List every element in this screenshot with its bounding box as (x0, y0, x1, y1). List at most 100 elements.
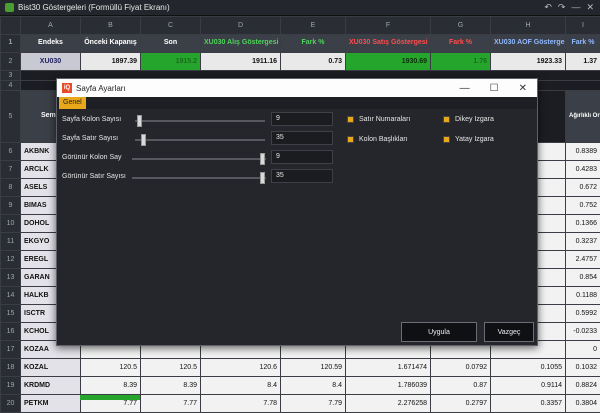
table-cell[interactable]: 8.4 (281, 377, 346, 395)
page-row-input[interactable]: 35 (271, 131, 333, 145)
visible-row-input[interactable]: 35 (271, 169, 333, 183)
table-cell[interactable]: 0.1055 (491, 359, 566, 377)
table-cell[interactable]: 0.3804 (566, 395, 600, 413)
col-header-d[interactable]: D (201, 17, 281, 35)
checkbox-vertical-grid[interactable]: Dikey Izgara (443, 116, 494, 123)
table-cell[interactable]: 2.276258 (346, 395, 431, 413)
header-last[interactable]: Son (141, 35, 201, 53)
col-header-c[interactable]: C (141, 17, 201, 35)
table-cell[interactable]: 120.5 (81, 359, 141, 377)
effect-cell[interactable]: 0.1188 (566, 287, 600, 305)
effect-cell[interactable]: 0.1366 (566, 215, 600, 233)
table-cell[interactable]: 8.39 (141, 377, 201, 395)
col-header-g[interactable]: G (431, 17, 491, 35)
cell-last[interactable]: 1915.2 (141, 53, 201, 71)
col-header-i[interactable]: I (566, 17, 600, 35)
table-cell[interactable]: 7.78 (201, 395, 281, 413)
cell-sell-diff[interactable]: 1.76 (431, 53, 491, 71)
visible-column-slider[interactable] (132, 158, 266, 160)
table-cell[interactable]: 120.5 (141, 359, 201, 377)
effect-cell[interactable]: 0.8389 (566, 143, 600, 161)
table-cell[interactable]: 120.6 (201, 359, 281, 377)
header-sell-diff[interactable]: Fark % (431, 35, 491, 53)
tab-general[interactable]: Genel (59, 97, 86, 109)
col-header-e[interactable]: E (281, 17, 346, 35)
cell-buy[interactable]: 1911.16 (201, 53, 281, 71)
header-aof-indicator[interactable]: XU030 AOF Göstergesi (491, 35, 566, 53)
header-sell-indicator[interactable]: XU030 Satış Göstergesi (346, 35, 431, 53)
table-cell[interactable]: 0.3357 (491, 395, 566, 413)
table-cell[interactable]: 1.786039 (346, 377, 431, 395)
col-header-f[interactable]: F (346, 17, 431, 35)
table-cell[interactable]: 0.1032 (566, 359, 600, 377)
checkbox-column-headers[interactable]: Kolon Başlıkları (347, 136, 408, 143)
visible-row-slider[interactable] (132, 177, 266, 179)
effect-cell[interactable]: 0.5992 (566, 305, 600, 323)
slider-thumb[interactable] (260, 153, 265, 165)
header-weighted-effect[interactable]: Ağırlıklı Ortalama Fiyatlarına Bağlı End… (566, 91, 600, 143)
symbol-cell[interactable]: KOZAL (21, 359, 81, 377)
maximize-icon[interactable]: ☐ (490, 83, 499, 94)
symbol-cell[interactable]: PETKM (21, 395, 81, 413)
effect-cell[interactable]: 0.752 (566, 197, 600, 215)
back-icon[interactable]: ↶ (544, 2, 552, 13)
table-cell[interactable]: 8.4 (201, 377, 281, 395)
effect-cell[interactable]: 0.672 (566, 179, 600, 197)
col-header-b[interactable]: B (81, 17, 141, 35)
minimize-icon[interactable]: — (460, 83, 470, 94)
header-buy-diff[interactable]: Fark % (281, 35, 346, 53)
cancel-button[interactable]: Vazgeç (484, 322, 534, 342)
visible-column-input[interactable]: 9 (271, 150, 333, 164)
slider-thumb[interactable] (141, 134, 146, 146)
table-cell[interactable]: 1.671474 (346, 359, 431, 377)
header-buy-indicator[interactable]: XU030 Alış Göstergesi (201, 35, 281, 53)
close-icon[interactable]: ✕ (586, 2, 594, 13)
page-column-input[interactable]: 9 (271, 112, 333, 126)
checkbox-horizontal-grid[interactable]: Yatay Izgara (443, 136, 494, 143)
effect-cell[interactable]: 0.3237 (566, 233, 600, 251)
row-number: 10 (1, 215, 21, 233)
slider-thumb[interactable] (137, 115, 142, 127)
row-number: 7 (1, 161, 21, 179)
cell-buy-diff[interactable]: 0.73 (281, 53, 346, 71)
checkbox-row-numbers[interactable]: Satır Numaraları (347, 116, 410, 123)
page-column-slider[interactable] (135, 120, 265, 122)
checkbox-icon[interactable] (347, 136, 354, 143)
table-cell[interactable]: 8.39 (81, 377, 141, 395)
effect-cell[interactable]: 0.4283 (566, 161, 600, 179)
header-endeks[interactable]: Endeks (21, 35, 81, 53)
field-label: Sayfa Kolon Sayısı (62, 116, 121, 123)
checkbox-icon[interactable] (443, 136, 450, 143)
apply-button[interactable]: Uygula (401, 322, 477, 342)
effect-cell[interactable]: 2.4757 (566, 251, 600, 269)
table-cell[interactable]: 0.2797 (431, 395, 491, 413)
col-header-a[interactable]: A (21, 17, 81, 35)
col-header-h[interactable]: H (491, 17, 566, 35)
header-prev-close[interactable]: Önceki Kapanış (81, 35, 141, 53)
table-cell[interactable]: 120.59 (281, 359, 346, 377)
cell-aof-diff[interactable]: 1.37 (566, 53, 600, 71)
table-cell[interactable]: 7.77 (141, 395, 201, 413)
cell-prev[interactable]: 1897.39 (81, 53, 141, 71)
row-number: 14 (1, 287, 21, 305)
cell-sell[interactable]: 1930.69 (346, 53, 431, 71)
close-icon[interactable]: ✕ (519, 83, 527, 94)
header-aof-diff[interactable]: Fark % (566, 35, 600, 53)
forward-icon[interactable]: ↷ (558, 2, 566, 13)
cell-aof[interactable]: 1923.33 (491, 53, 566, 71)
table-cell[interactable]: 0.8824 (566, 377, 600, 395)
index-name[interactable]: XU030 (21, 53, 81, 71)
table-cell[interactable]: 7.79 (281, 395, 346, 413)
symbol-cell[interactable]: KRDMD (21, 377, 81, 395)
checkbox-icon[interactable] (347, 116, 354, 123)
effect-cell[interactable]: 0.854 (566, 269, 600, 287)
effect-cell[interactable]: -0.0233 (566, 323, 600, 341)
table-cell[interactable]: 0.9114 (491, 377, 566, 395)
slider-thumb[interactable] (260, 172, 265, 184)
minimize-icon[interactable]: — (571, 2, 580, 13)
table-cell[interactable]: 0.0792 (431, 359, 491, 377)
page-row-slider[interactable] (135, 139, 265, 141)
table-cell[interactable]: 0.87 (431, 377, 491, 395)
checkbox-icon[interactable] (443, 116, 450, 123)
effect-cell[interactable]: 0 (566, 341, 600, 359)
